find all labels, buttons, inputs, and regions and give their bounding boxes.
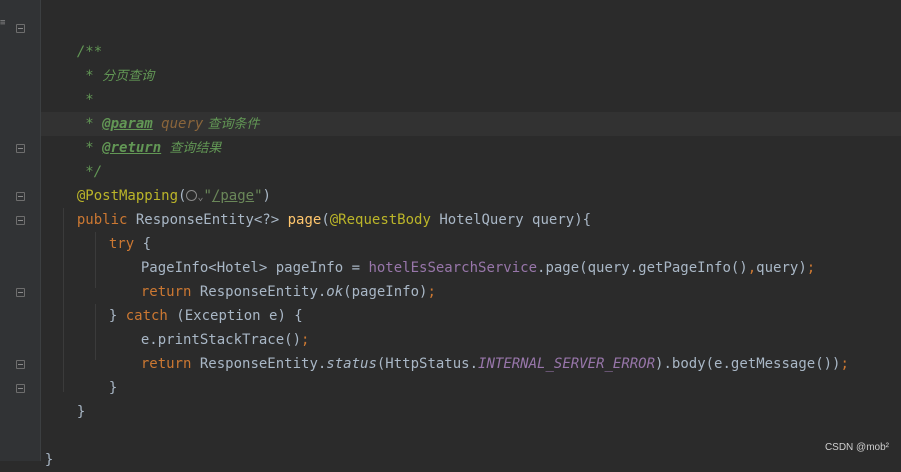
indent-guide [63, 208, 64, 392]
fold-collapse-icon[interactable] [16, 24, 25, 33]
javadoc-return-desc: 查询结果 [161, 141, 222, 156]
fold-end-icon[interactable] [16, 288, 25, 297]
code-line-3[interactable]: * [60, 64, 93, 108]
fold-end-icon[interactable] [16, 360, 25, 369]
fold-end-icon[interactable] [16, 384, 25, 393]
static-constant: INTERNAL_SERVER_ERROR [478, 356, 656, 372]
code-line-18[interactable]: } [28, 424, 53, 468]
gutter-separator [40, 0, 41, 461]
javadoc-description: 分页查询 [102, 69, 155, 84]
code-line-5[interactable]: * @return 查询结果 [60, 112, 221, 156]
javadoc-return-tag: @return [102, 140, 162, 156]
code-line-4[interactable]: * @param query 查询条件 [60, 88, 259, 132]
fold-collapse-icon[interactable] [16, 216, 25, 225]
code-line-8[interactable]: public ResponseEntity<?> page(@RequestBo… [60, 184, 591, 228]
code-line-10[interactable]: PageInfo<Hotel> pageInfo = hotelEsSearch… [124, 232, 815, 276]
keyword-return: return [140, 356, 192, 372]
code-line-11[interactable]: return ResponseEntity.ok(pageInfo); [124, 256, 436, 300]
code-line-2[interactable]: * 分页查询 [60, 40, 154, 84]
code-line-13[interactable]: e.printStackTrace(); [124, 304, 310, 348]
code-line-16[interactable]: } [60, 376, 85, 420]
code-line-7[interactable]: @PostMapping(⌄"/page") [60, 160, 271, 204]
code-line-14[interactable]: return ResponseEntity.status(HttpStatus.… [124, 328, 849, 372]
code-line-12[interactable]: } catch (Exception e) { [92, 280, 303, 324]
method-name: page [287, 212, 322, 228]
watermark: CSDN @mob² [824, 442, 889, 453]
fold-collapse-icon[interactable] [16, 192, 25, 201]
code-line-9[interactable]: try { [92, 208, 151, 252]
bookmark-marker-icon[interactable]: ≡ [0, 18, 6, 28]
code-line-15[interactable]: } [92, 352, 117, 396]
code-line-1[interactable]: /** [60, 16, 102, 60]
requestbody-annotation: @RequestBody [329, 212, 431, 228]
code-line-6[interactable]: */ [60, 136, 102, 180]
fold-end-icon[interactable] [16, 144, 25, 153]
